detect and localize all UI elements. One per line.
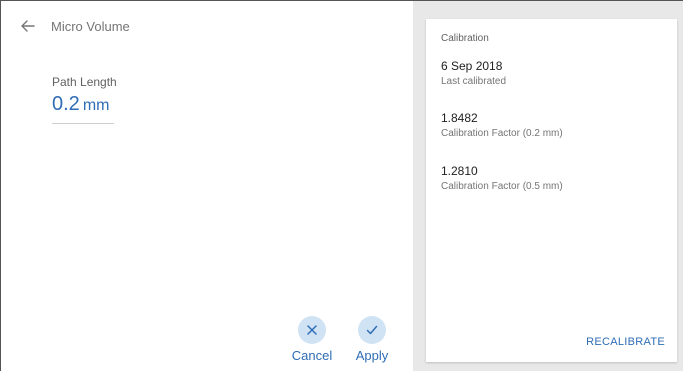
calibration-factor-02-entry: 1.8482 Calibration Factor (0.2 mm) (441, 111, 563, 139)
last-calibrated-caption: Last calibrated (441, 76, 507, 87)
calibration-pane: Calibration 6 Sep 2018 Last calibrated 1… (413, 1, 683, 371)
calibration-factor-05-entry: 1.2810 Calibration Factor (0.5 mm) (441, 164, 563, 192)
calibration-factor-02-caption: Calibration Factor (0.2 mm) (441, 128, 563, 139)
path-length-unit: mm (82, 97, 110, 114)
path-length-value: 0.2 (52, 93, 80, 115)
apply-icon-circle (358, 316, 386, 344)
calibration-factor-05-caption: Calibration Factor (0.5 mm) (441, 181, 563, 192)
apply-label: Apply (355, 348, 389, 363)
close-icon (307, 325, 317, 335)
cancel-label: Cancel (291, 348, 333, 363)
last-calibrated-date: 6 Sep 2018 (441, 59, 503, 73)
path-length-field[interactable]: 0.2 mm (52, 93, 114, 124)
calibration-title: Calibration (441, 33, 489, 44)
cancel-icon-circle (298, 316, 326, 344)
calibration-factor-05-value: 1.2810 (441, 164, 478, 178)
recalibrate-button[interactable]: RECALIBRATE (586, 336, 665, 348)
settings-pane: Micro Volume Path Length 0.2 mm Cancel Ap… (1, 1, 413, 371)
last-calibrated-entry: 6 Sep 2018 Last calibrated (441, 59, 506, 87)
page-title: Micro Volume (51, 19, 130, 34)
calibration-card: Calibration 6 Sep 2018 Last calibrated 1… (426, 19, 677, 362)
cancel-button[interactable]: Cancel (282, 316, 342, 363)
calibration-factor-02-value: 1.8482 (441, 111, 478, 125)
path-length-label: Path Length (52, 75, 117, 89)
app-window: Micro Volume Path Length 0.2 mm Cancel Ap… (0, 0, 683, 371)
apply-button[interactable]: Apply (342, 316, 402, 363)
check-icon (366, 325, 378, 335)
back-button[interactable] (19, 17, 37, 35)
arrow-left-icon (21, 20, 35, 32)
